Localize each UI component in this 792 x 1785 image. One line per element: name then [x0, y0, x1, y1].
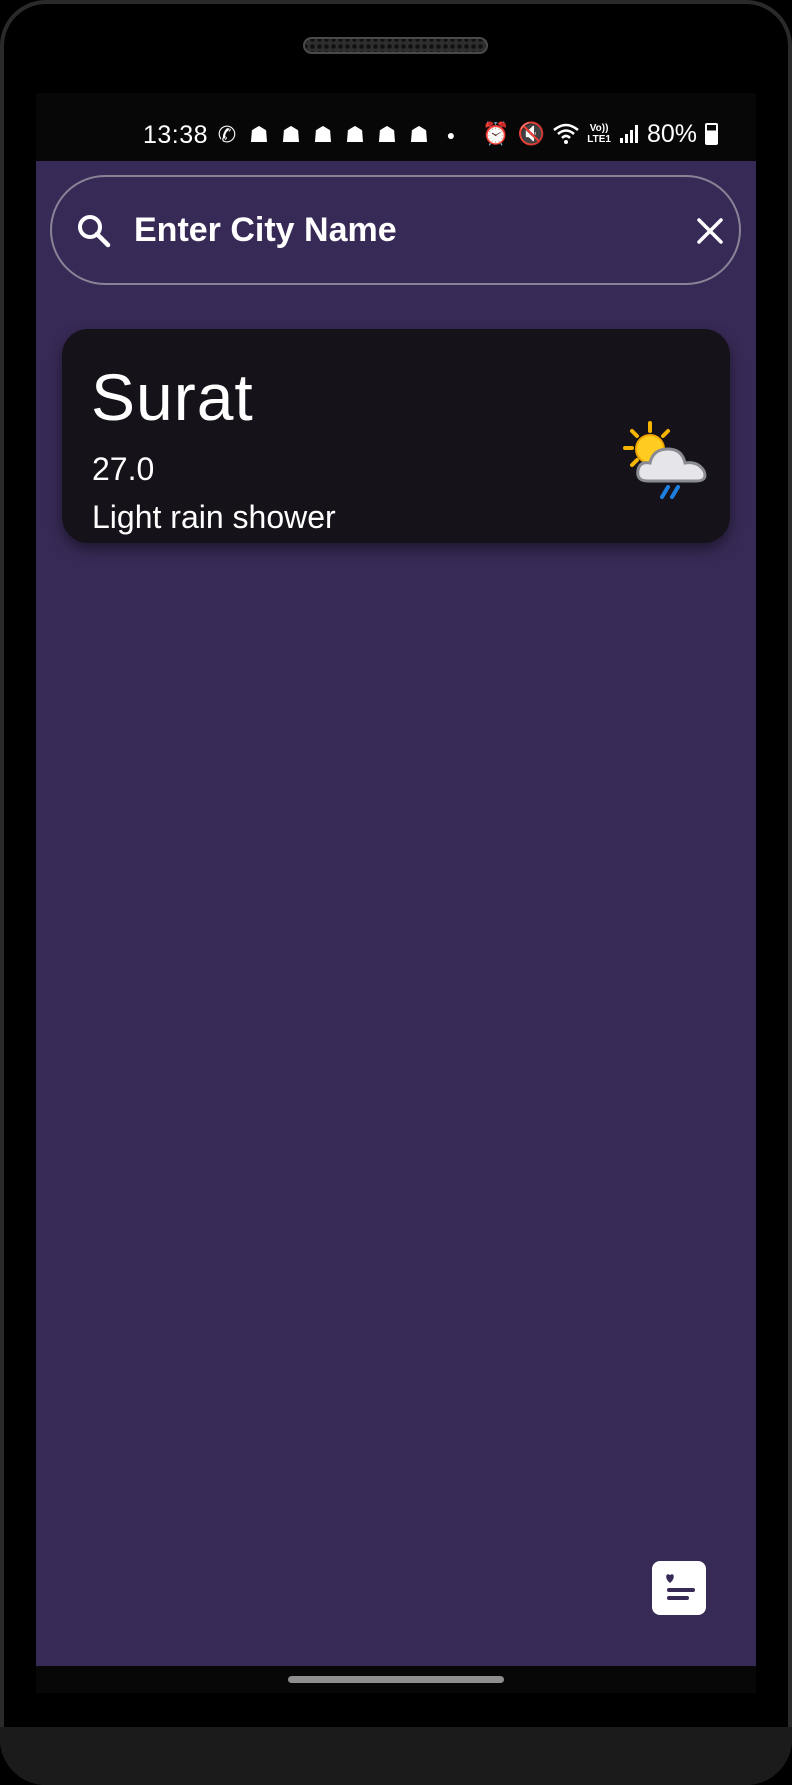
snapchat-icon: ☗ [281, 122, 301, 147]
battery-percent: 80% [646, 119, 697, 148]
phone-frame: 13:38 ✆ ☗ ☗ ☗ ☗ ☗ ☗ ● ⏰ 🔇 Vo)) LTE1 80% … [0, 0, 792, 1785]
home-gesture-handle[interactable] [288, 1676, 504, 1683]
sun-cloud-rain-icon [623, 421, 707, 499]
whatsapp-icon: ✆ [217, 122, 237, 147]
wifi-icon [553, 123, 580, 144]
favorites-list-icon [666, 1574, 695, 1600]
snapchat-icon: ☗ [377, 122, 397, 147]
city-name: Surat [91, 360, 254, 434]
close-icon[interactable] [696, 217, 724, 245]
network-type: Vo)) LTE1 [587, 123, 611, 145]
earpiece-speaker [303, 37, 488, 54]
app-screen: 13:38 ✆ ☗ ☗ ☗ ☗ ☗ ☗ ● ⏰ 🔇 Vo)) LTE1 80% … [36, 93, 756, 1693]
navigation-bar [36, 1666, 756, 1693]
temperature: 27.0 [92, 451, 155, 487]
mute-icon: 🔇 [517, 121, 546, 146]
snapchat-icon: ☗ [345, 122, 365, 147]
battery-charging-icon [705, 123, 718, 145]
snapchat-icon: ☗ [313, 122, 333, 147]
signal-icon [619, 125, 638, 143]
dot-icon: ● [446, 127, 456, 143]
search-bar[interactable] [50, 175, 741, 285]
alarm-icon: ⏰ [482, 121, 510, 146]
status-time: 13:38 [143, 121, 209, 149]
weather-condition: Light rain shower [92, 499, 336, 535]
favorites-button[interactable] [652, 1561, 706, 1615]
city-search-input[interactable] [134, 202, 654, 258]
status-bar: 13:38 ✆ ☗ ☗ ☗ ☗ ☗ ☗ ● ⏰ 🔇 Vo)) LTE1 80% [36, 93, 756, 161]
snapchat-icon: ☗ [409, 122, 429, 147]
system-icons: ⏰ 🔇 Vo)) LTE1 80% [482, 119, 718, 149]
search-icon[interactable] [76, 213, 112, 249]
notification-icons: ✆ ☗ ☗ ☗ ☗ ☗ ☗ ● [214, 122, 464, 148]
snapchat-icon: ☗ [249, 122, 269, 147]
weather-card[interactable]: Surat 27.0 Light rain shower [62, 329, 730, 543]
phone-bottom-bezel [0, 1727, 792, 1785]
